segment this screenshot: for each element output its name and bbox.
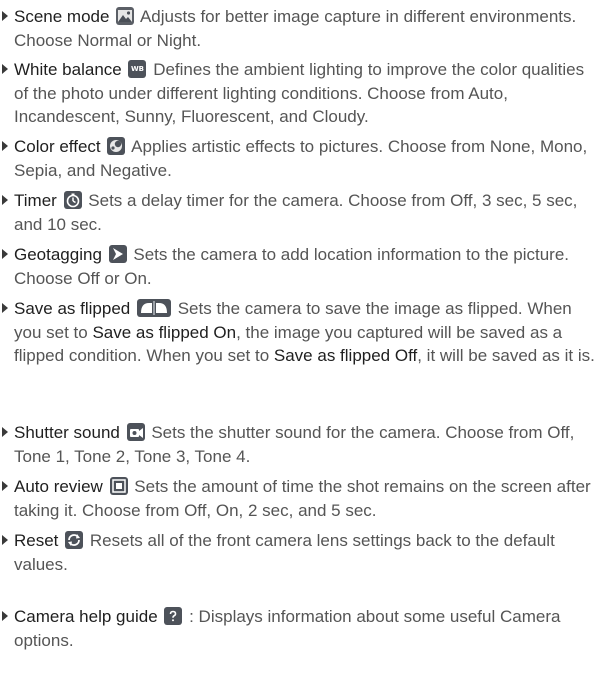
save-as-flipped-off-label: Save as flipped Off [273, 346, 418, 365]
scene-mode-icon [116, 7, 135, 25]
item-title: White balance [14, 60, 122, 79]
list-item-auto-review: Auto review Sets the amount of time the … [0, 475, 600, 522]
list-item-reset: Reset Resets all of the front camera len… [0, 529, 600, 576]
geotagging-icon [108, 245, 127, 263]
white-balance-icon-label: WB [130, 65, 144, 73]
item-title: Auto review [14, 477, 103, 496]
bullet-arrow-icon [2, 141, 8, 151]
item-title: Shutter sound [14, 423, 120, 442]
bullet-arrow-icon [2, 64, 8, 74]
list-item-geotagging: Geotagging Sets the camera to add locati… [0, 243, 600, 290]
item-title: Scene mode [14, 7, 110, 26]
list-item-shutter-sound: Shutter sound Sets the shutter sound for… [0, 421, 600, 468]
reset-icon [65, 531, 84, 549]
bullet-arrow-icon [2, 195, 8, 205]
list-item-color-effect: Color effect Applies artistic effects to… [0, 135, 600, 182]
item-title: Camera help guide [14, 607, 158, 626]
list-item-save-as-flipped: Save as flipped Sets the camera to save … [0, 297, 600, 368]
bullet-arrow-icon [2, 535, 8, 545]
item-title: Geotagging [14, 245, 102, 264]
bullet-arrow-icon [2, 303, 8, 313]
shutter-sound-icon [126, 423, 145, 441]
item-title: Timer [14, 191, 57, 210]
item-title: Color effect [14, 137, 101, 156]
item-description-end: , it will be saved as it is. [417, 346, 595, 365]
list-item-scene-mode: Scene mode Adjusts for better image capt… [0, 5, 600, 52]
help-guide-icon [164, 607, 183, 625]
item-title: Reset [14, 531, 59, 550]
bullet-arrow-icon [2, 427, 8, 437]
timer-icon [63, 191, 82, 209]
bullet-arrow-icon [2, 11, 8, 21]
bullet-arrow-icon [2, 249, 8, 259]
color-effect-icon [107, 137, 126, 155]
list-item-white-balance: White balance WB Defines the ambient lig… [0, 58, 600, 129]
item-description: Sets a delay timer for the camera. Choos… [14, 191, 578, 234]
bullet-arrow-icon [2, 481, 8, 491]
item-description: Resets all of the front camera lens sett… [14, 531, 555, 574]
list-item-camera-help-guide: Camera help guide : Displays information… [0, 605, 600, 652]
auto-review-icon [109, 477, 128, 495]
save-as-flipped-on-label: Save as flipped On [92, 322, 237, 342]
save-as-flipped-icon [136, 299, 171, 317]
item-title: Save as flipped [14, 299, 131, 318]
list-item-timer: Timer Sets a delay timer for the camera.… [0, 189, 600, 236]
white-balance-icon: WB [128, 60, 147, 78]
bullet-arrow-icon [2, 611, 8, 621]
